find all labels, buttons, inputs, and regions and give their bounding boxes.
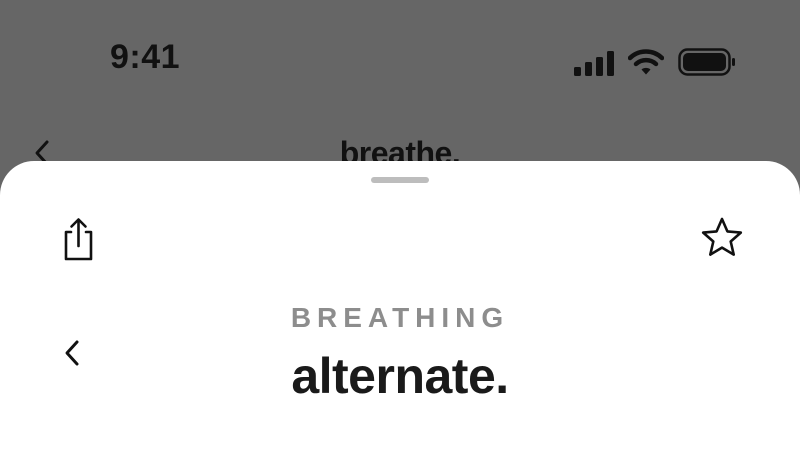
- share-icon: [64, 218, 93, 261]
- star-icon: [701, 217, 743, 256]
- wifi-icon: [628, 49, 664, 75]
- status-bar: 9:41: [0, 0, 800, 120]
- cellular-signal-icon: [574, 51, 614, 76]
- status-time: 9:41: [110, 38, 181, 76]
- exercise-title: alternate.: [291, 348, 509, 404]
- category-label: BREATHING: [290, 302, 510, 333]
- sheet-grabber[interactable]: [371, 177, 429, 183]
- bottom-sheet: BREATHING alternate.: [0, 161, 800, 461]
- share-button[interactable]: [56, 216, 100, 262]
- battery-icon: [678, 48, 735, 76]
- favorite-button[interactable]: [698, 215, 746, 261]
